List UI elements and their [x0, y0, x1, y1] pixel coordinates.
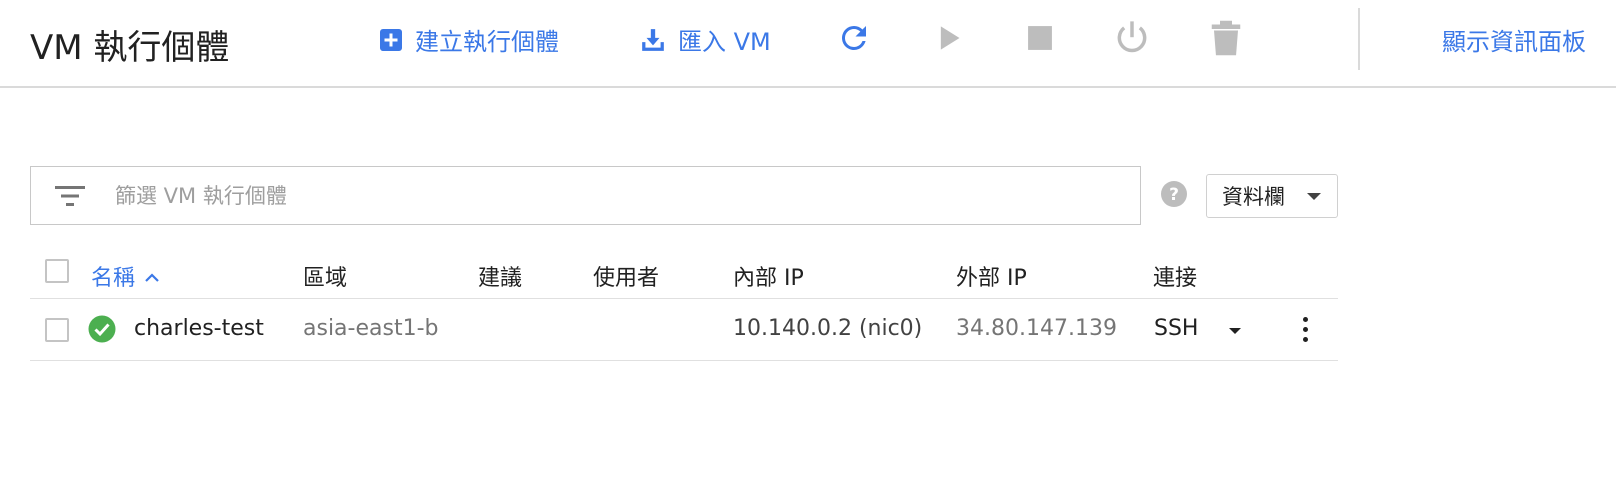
columns-dropdown-label: 資料欄: [1222, 185, 1285, 209]
filter-bar[interactable]: [30, 166, 1141, 225]
refresh-button[interactable]: [834, 20, 874, 60]
column-header-user: 使用者: [593, 266, 660, 291]
delete-button[interactable]: [1206, 20, 1246, 60]
select-all-checkbox[interactable]: [45, 259, 69, 283]
show-info-panel-button[interactable]: 顯示資訊面板: [1442, 22, 1586, 57]
filter-list-icon: [55, 185, 85, 211]
instances-table: 名稱 區域 建議 使用者 內部 IP 外部 IP 連接 charles-test…: [30, 248, 1338, 361]
import-vm-label: 匯入 VM: [678, 28, 771, 56]
download-icon: [640, 27, 666, 53]
column-header-connect: 連接: [1153, 266, 1198, 291]
column-header-zone: 區域: [303, 266, 348, 291]
reset-button[interactable]: [1112, 20, 1152, 60]
stop-button[interactable]: [1020, 20, 1060, 60]
instance-zone: asia-east1-b: [303, 316, 439, 341]
instance-internal-ip: 10.140.0.2 (nic0): [733, 316, 923, 341]
ssh-options-dropdown-icon[interactable]: [1229, 328, 1241, 334]
import-vm-button[interactable]: 匯入 VM: [640, 22, 771, 57]
trash-icon: [1211, 20, 1241, 60]
instance-name-link[interactable]: charles-test: [134, 316, 264, 341]
more-vert-icon[interactable]: [1296, 315, 1316, 345]
add-box-icon: [379, 28, 403, 52]
table-header-row: 名稱 區域 建議 使用者 內部 IP 外部 IP 連接: [30, 248, 1338, 299]
refresh-icon: [836, 20, 872, 60]
page-title: VM 執行個體: [30, 28, 230, 68]
start-button[interactable]: [929, 20, 969, 60]
row-checkbox[interactable]: [45, 318, 69, 342]
columns-dropdown-button[interactable]: 資料欄: [1206, 174, 1338, 218]
filter-input[interactable]: [113, 177, 1117, 215]
play-icon: [935, 24, 963, 56]
ssh-connect-button[interactable]: SSH: [1154, 316, 1198, 341]
table-row[interactable]: charles-test asia-east1-b 10.140.0.2 (ni…: [30, 299, 1338, 361]
svg-text:?: ?: [1169, 185, 1179, 205]
column-header-name-label: 名稱: [91, 266, 136, 291]
power-icon: [1113, 19, 1151, 61]
create-instance-label: 建立執行個體: [415, 28, 559, 56]
instance-external-ip[interactable]: 34.80.147.139: [956, 316, 1117, 341]
help-circle-icon[interactable]: ?: [1161, 181, 1187, 207]
sort-ascending-icon: [145, 264, 159, 289]
toolbar-divider: [1358, 8, 1360, 70]
column-header-internal-ip: 內部 IP: [733, 266, 804, 291]
caret-down-icon: [1307, 193, 1321, 200]
column-header-external-ip: 外部 IP: [956, 266, 1027, 291]
toolbar: VM 執行個體 建立執行個體 匯入 VM 顯示資訊面板: [0, 0, 1616, 88]
create-instance-button[interactable]: 建立執行個體: [379, 22, 559, 57]
column-header-name[interactable]: 名稱: [91, 260, 159, 292]
column-header-recommendation: 建議: [478, 266, 523, 291]
check-circle-icon: [88, 315, 116, 347]
stop-icon: [1027, 25, 1053, 55]
